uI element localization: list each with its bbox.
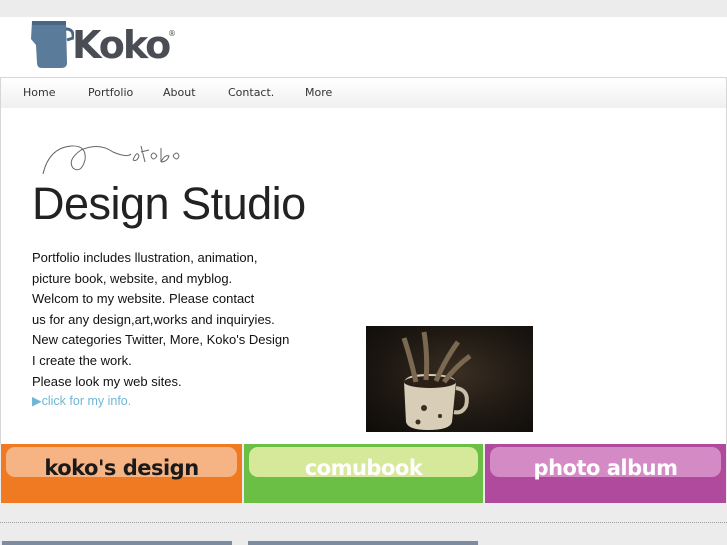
banner-kokos-design[interactable]: koko's design: [1, 444, 242, 503]
description-line: picture book, website, and myblog.: [32, 270, 233, 286]
description-line: I create the work.: [32, 352, 132, 368]
nav-item-more[interactable]: More: [305, 78, 332, 108]
site-header: Koko ®: [0, 17, 727, 77]
registered-mark: ®: [168, 29, 176, 38]
nav-item-home[interactable]: Home: [23, 78, 55, 108]
main-content: Design Studio Portfolio includes llustra…: [0, 108, 727, 444]
mug-logo-icon: [31, 21, 74, 68]
banner-comubook[interactable]: comubook: [244, 444, 483, 503]
info-link[interactable]: ▶click for my info.: [32, 393, 131, 408]
nav-item-about[interactable]: About: [163, 78, 196, 108]
description-line: New categories Twitter, More, Koko's Des…: [32, 332, 290, 348]
description-line: Welcom to my website. Please contact: [32, 291, 255, 307]
banner-label: koko's design: [44, 456, 199, 480]
handwritten-signature: [42, 145, 180, 175]
page-title: Design Studio: [32, 178, 306, 229]
banner-label: comubook: [304, 456, 423, 480]
banner-label: photo album: [533, 456, 678, 480]
mug-photo: [366, 326, 533, 432]
footer-bar: [2, 541, 232, 545]
footer-divider: [0, 522, 727, 523]
nav-item-portfolio[interactable]: Portfolio: [88, 78, 133, 108]
logo-text: Koko: [72, 23, 171, 67]
nav-item-contact[interactable]: Contact.: [228, 78, 274, 108]
description: Portfolio includes llustration, animatio…: [32, 248, 362, 392]
description-line: us for any design,art,works and inquiryi…: [32, 311, 275, 327]
footer-bar: [248, 541, 478, 545]
description-line: Please look my web sites.: [32, 373, 182, 389]
banner-photo-album[interactable]: photo album: [485, 444, 726, 503]
description-line: Portfolio includes llustration, animatio…: [32, 250, 258, 265]
main-nav: Home Portfolio About Contact. More: [0, 77, 727, 109]
